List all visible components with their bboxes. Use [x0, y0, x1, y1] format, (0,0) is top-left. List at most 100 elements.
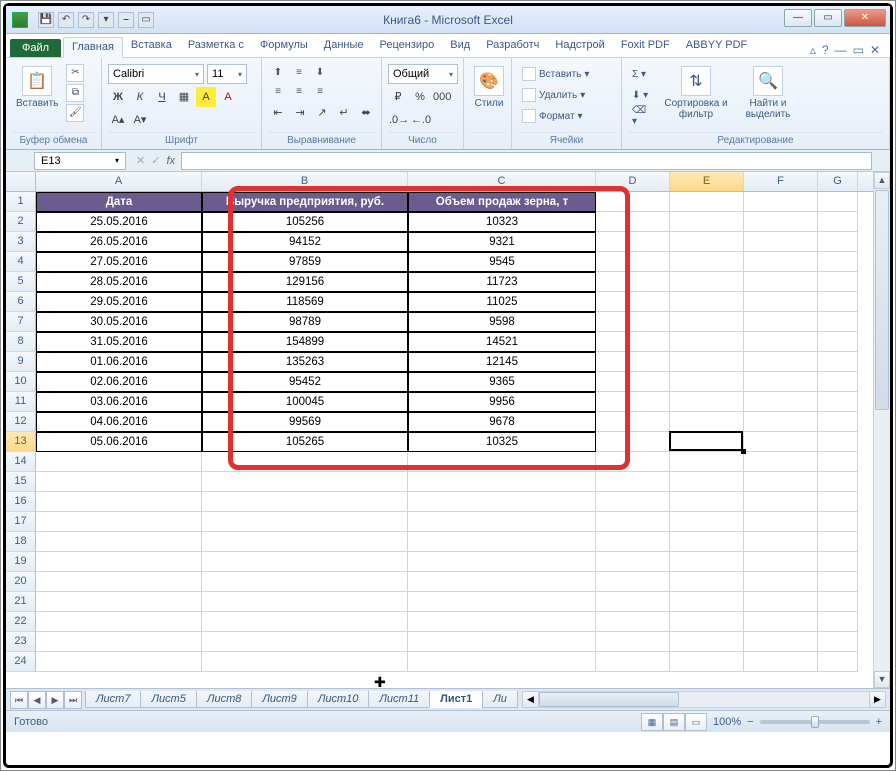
scroll-left-icon[interactable]: ◀: [522, 691, 539, 708]
row-header[interactable]: 21: [6, 592, 36, 612]
sheet-tab[interactable]: Лист7: [85, 691, 141, 708]
fx-icon[interactable]: fx: [166, 155, 175, 167]
cut-icon[interactable]: ✂: [66, 64, 84, 82]
cell[interactable]: [408, 532, 596, 552]
scroll-right-icon[interactable]: ▶: [869, 691, 886, 708]
vscroll-thumb[interactable]: [875, 190, 889, 410]
row-header[interactable]: 24: [6, 652, 36, 672]
row-header[interactable]: 20: [6, 572, 36, 592]
cell[interactable]: [744, 472, 818, 492]
cell[interactable]: [818, 392, 858, 412]
sheet-tab[interactable]: Лист8: [196, 691, 252, 708]
cell[interactable]: [744, 592, 818, 612]
sheet-nav-first-icon[interactable]: ⏮: [10, 691, 28, 709]
cell[interactable]: [596, 432, 670, 452]
page-layout-view-icon[interactable]: ▤: [663, 713, 685, 731]
cell[interactable]: [596, 372, 670, 392]
cell[interactable]: [744, 352, 818, 372]
cell[interactable]: [818, 572, 858, 592]
enter-formula-icon[interactable]: ✓: [151, 154, 160, 167]
cell[interactable]: [818, 412, 858, 432]
cell[interactable]: 10323: [408, 212, 596, 232]
row-header[interactable]: 1: [6, 192, 36, 212]
cell[interactable]: 129156: [202, 272, 408, 292]
cell[interactable]: [596, 512, 670, 532]
worksheet-grid[interactable]: ABCDEFG 1ДатаВыручка предприятия, руб.Об…: [6, 172, 890, 688]
tab-foxit pdf[interactable]: Foxit PDF: [613, 36, 678, 57]
sheet-tab[interactable]: Лист11: [368, 691, 430, 708]
align-top-icon[interactable]: ⬆: [268, 64, 288, 82]
scroll-down-icon[interactable]: ▼: [874, 671, 890, 688]
find-select-button[interactable]: 🔍 Найти и выделить: [736, 64, 800, 122]
column-header-D[interactable]: D: [596, 172, 670, 191]
tab-abbyy pdf[interactable]: ABBYY PDF: [678, 36, 756, 57]
cell[interactable]: [202, 592, 408, 612]
font-size-combo[interactable]: 11▾: [207, 64, 247, 84]
column-header-G[interactable]: G: [818, 172, 858, 191]
cell[interactable]: 135263: [202, 352, 408, 372]
cell[interactable]: [818, 252, 858, 272]
cell[interactable]: 04.06.2016: [36, 412, 202, 432]
cell[interactable]: 30.05.2016: [36, 312, 202, 332]
cell[interactable]: [202, 472, 408, 492]
sheet-tab[interactable]: Лист1: [429, 691, 483, 708]
cell[interactable]: [744, 312, 818, 332]
cell[interactable]: [202, 652, 408, 672]
column-header-E[interactable]: E: [670, 172, 744, 191]
cell[interactable]: 9365: [408, 372, 596, 392]
tab-разработч[interactable]: Разработч: [478, 36, 547, 57]
cell[interactable]: [596, 212, 670, 232]
cell[interactable]: [818, 612, 858, 632]
cell[interactable]: [36, 572, 202, 592]
cell[interactable]: 12145: [408, 352, 596, 372]
fill-icon[interactable]: ⬇ ▾: [628, 85, 656, 105]
align-bottom-icon[interactable]: ⬇: [310, 64, 330, 82]
row-header[interactable]: 16: [6, 492, 36, 512]
cell[interactable]: 10325: [408, 432, 596, 452]
cell[interactable]: [818, 632, 858, 652]
cell[interactable]: [202, 532, 408, 552]
cell[interactable]: 9678: [408, 412, 596, 432]
cell[interactable]: [596, 412, 670, 432]
cell[interactable]: 100045: [202, 392, 408, 412]
cell[interactable]: [670, 232, 744, 252]
cell[interactable]: [744, 392, 818, 412]
cell[interactable]: 97859: [202, 252, 408, 272]
cell[interactable]: 28.05.2016: [36, 272, 202, 292]
cell[interactable]: [744, 412, 818, 432]
align-center-icon[interactable]: ≡: [289, 83, 309, 101]
doc-close-icon[interactable]: ✕: [870, 43, 880, 57]
cell[interactable]: Дата: [36, 192, 202, 212]
row-header[interactable]: 2: [6, 212, 36, 232]
currency-icon[interactable]: ₽: [388, 87, 408, 107]
cell[interactable]: [818, 512, 858, 532]
cell[interactable]: [596, 252, 670, 272]
maximize-button[interactable]: ▭: [814, 9, 842, 27]
cell[interactable]: 105256: [202, 212, 408, 232]
cells-area[interactable]: 1ДатаВыручка предприятия, руб.Объем прод…: [6, 192, 873, 688]
zoom-slider[interactable]: [760, 720, 870, 724]
increase-font-icon[interactable]: A▴: [108, 110, 128, 130]
cell[interactable]: [744, 192, 818, 212]
cell[interactable]: [670, 632, 744, 652]
sheet-nav-last-icon[interactable]: ⏭: [64, 691, 82, 709]
cell[interactable]: [202, 492, 408, 512]
cell[interactable]: [670, 392, 744, 412]
clear-icon[interactable]: ⌫ ▾: [628, 106, 656, 126]
cell[interactable]: [818, 592, 858, 612]
cell[interactable]: [818, 532, 858, 552]
cell[interactable]: 14521: [408, 332, 596, 352]
cell[interactable]: [670, 552, 744, 572]
horizontal-scrollbar[interactable]: ◀ ▶: [522, 691, 886, 708]
cell[interactable]: [596, 292, 670, 312]
cell[interactable]: [670, 432, 744, 452]
cell[interactable]: [744, 372, 818, 392]
cell[interactable]: [36, 492, 202, 512]
decrease-font-icon[interactable]: A▾: [130, 110, 150, 130]
cell[interactable]: [202, 612, 408, 632]
row-header[interactable]: 6: [6, 292, 36, 312]
cell[interactable]: [408, 472, 596, 492]
cell[interactable]: [408, 632, 596, 652]
cell[interactable]: [744, 612, 818, 632]
cell[interactable]: [408, 552, 596, 572]
